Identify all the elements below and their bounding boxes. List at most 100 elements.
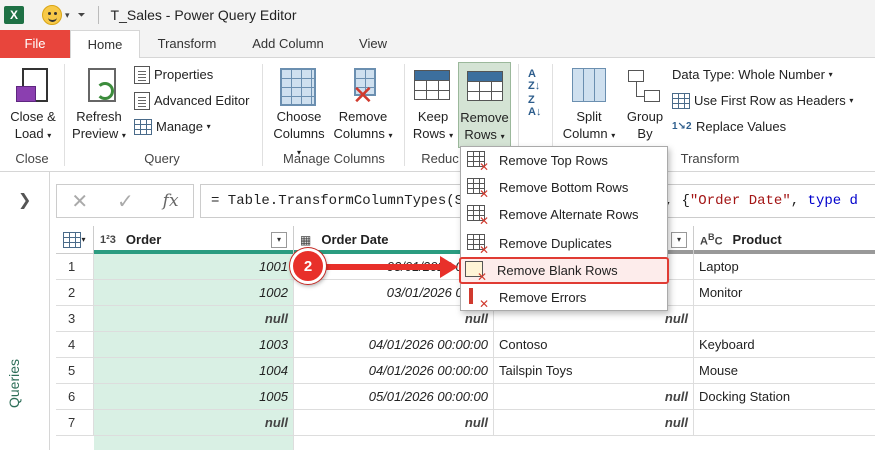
remove-columns-label-1: Remove <box>338 109 388 124</box>
data-type-dropdown[interactable]: Data Type: Whole Number ▾ <box>672 66 833 84</box>
menu-item-remove-duplicates[interactable]: ✕ Remove Duplicates <box>461 230 667 257</box>
properties-button[interactable]: Properties <box>134 66 213 84</box>
table-cell[interactable]: Docking Station <box>694 384 875 410</box>
table-cell[interactable]: null <box>294 410 494 436</box>
remove-duplicates-icon: ✕ <box>467 233 489 256</box>
cancel-icon[interactable]: ✕ <box>71 189 88 214</box>
refresh-preview-button[interactable]: Refresh Preview ▾ <box>70 108 128 144</box>
keep-rows-label-2: Rows ▾ <box>412 126 454 141</box>
table-cell[interactable]: 1002 <box>94 280 294 306</box>
column-header-product[interactable]: ABC Product <box>694 226 875 254</box>
table-cell[interactable]: 05/01/2026 00:00:00 <box>294 384 494 410</box>
table-cell[interactable]: Mouse <box>694 358 875 384</box>
remove-columns-icon: ✕ <box>348 68 384 108</box>
group-label-manage-columns: Manage Columns <box>283 151 385 166</box>
row-number[interactable]: 4 <box>56 332 94 358</box>
title-bar: X ▾ ⏷ T_Sales - Power Query Editor <box>0 0 875 30</box>
row-number[interactable]: 7 <box>56 410 94 436</box>
remove-errors-icon: ✕ <box>467 287 489 310</box>
check-icon[interactable]: ✓ <box>117 189 134 214</box>
close-load-label-1: Close & <box>10 109 56 124</box>
split-column-button[interactable]: Split Column ▾ <box>560 108 618 144</box>
filter-dropdown-icon[interactable]: ▾ <box>271 232 287 248</box>
tab-view[interactable]: View <box>350 30 396 58</box>
table-cell[interactable]: 04/01/2026 00:00:00 <box>294 358 494 384</box>
advanced-editor-button[interactable]: Advanced Editor <box>134 92 249 110</box>
column-name: Order <box>125 232 162 247</box>
keep-rows-label-1: Keep <box>417 109 449 124</box>
table-cell[interactable]: null <box>94 306 294 332</box>
menu-item-remove-alternate-rows[interactable]: ✕ Remove Alternate Rows <box>461 201 667 228</box>
excel-icon[interactable]: X <box>4 6 24 24</box>
menu-item-remove-bottom-rows[interactable]: ✕ Remove Bottom Rows <box>461 174 667 201</box>
table-cell[interactable]: 1005 <box>94 384 294 410</box>
table-cell[interactable]: 1004 <box>94 358 294 384</box>
tab-add-column[interactable]: Add Column <box>238 30 338 58</box>
queries-pane-label[interactable]: Queries <box>6 359 22 408</box>
replace-values-button[interactable]: 1↘2 Replace Values <box>672 118 786 136</box>
menu-item-remove-errors[interactable]: ✕ Remove Errors <box>461 284 667 311</box>
manage-button[interactable]: Manage ▾ <box>134 118 211 136</box>
chevron-down-icon[interactable]: ▾ <box>65 10 70 21</box>
remove-bottom-rows-icon: ✕ <box>467 177 489 200</box>
remove-columns-button[interactable]: Remove Columns ▾ <box>332 108 394 144</box>
sort-ascending-icon[interactable]: A Z↓ <box>528 68 540 92</box>
table-cell[interactable]: 04/01/2026 00:00:00 <box>294 332 494 358</box>
table-cell[interactable]: null <box>94 410 294 436</box>
table-cell[interactable]: Contoso <box>494 332 694 358</box>
sort-descending-icon[interactable]: Z A↓ <box>528 94 541 118</box>
manage-icon <box>134 119 152 135</box>
table-cell[interactable]: null <box>494 384 694 410</box>
group-label-transform: Transform <box>680 151 740 166</box>
remove-rows-button[interactable]: Remove Rows ▾ <box>458 62 511 148</box>
refresh-label-2: Preview ▾ <box>72 126 126 141</box>
customize-toolbar-icon[interactable]: ⏷ <box>78 10 86 21</box>
table-cell[interactable]: Monitor <box>694 280 875 306</box>
row-number[interactable]: 5 <box>56 358 94 384</box>
row-number[interactable]: 3 <box>56 306 94 332</box>
use-first-row-headers-button[interactable]: Use First Row as Headers ▾ <box>672 92 853 110</box>
formula-keyword: type d <box>807 193 858 209</box>
table-cell[interactable]: Keyboard <box>694 332 875 358</box>
close-load-button[interactable]: Close & Load ▾ <box>6 108 60 144</box>
close-load-icon <box>16 68 48 106</box>
whole-number-type-icon[interactable]: 1²3 <box>100 234 116 246</box>
annotation-arrow <box>324 264 442 270</box>
divider <box>97 6 99 24</box>
datetime-type-icon[interactable]: ▦ <box>300 233 311 247</box>
remove-rows-menu: ✕ Remove Top Rows ✕ Remove Bottom Rows ✕… <box>459 146 669 311</box>
group-by-button[interactable]: Group By <box>622 108 668 142</box>
column-name: Order Date <box>321 232 389 247</box>
column-header-order[interactable]: 1²3 Order ▾ <box>94 226 294 254</box>
menu-item-remove-top-rows[interactable]: ✕ Remove Top Rows <box>461 147 667 174</box>
tab-file[interactable]: File <box>0 30 70 58</box>
table-cell[interactable]: Tailspin Toys <box>494 358 694 384</box>
chevron-down-icon: ▾ <box>500 132 505 141</box>
table-cell[interactable]: 1003 <box>94 332 294 358</box>
group-label-close: Close <box>15 151 49 166</box>
table-cell[interactable]: n <box>694 410 875 436</box>
tab-home[interactable]: Home <box>70 30 140 59</box>
table-cell[interactable]: n <box>694 306 875 332</box>
arrow-head-icon <box>440 256 458 278</box>
row-number[interactable]: 2 <box>56 280 94 306</box>
table-cell[interactable]: 1001 <box>94 254 294 280</box>
table-menu-icon[interactable]: ▾ <box>56 226 94 254</box>
filter-dropdown-icon[interactable]: ▾ <box>671 232 687 248</box>
table-cell[interactable]: Laptop <box>694 254 875 280</box>
text-type-icon[interactable]: ABC <box>700 232 723 248</box>
chevron-down-icon: ▾ <box>47 131 52 140</box>
keep-rows-button[interactable]: Keep Rows ▾ <box>408 108 458 144</box>
row-number[interactable]: 1 <box>56 254 94 280</box>
table-cell[interactable]: null <box>494 410 694 436</box>
table-cell[interactable] <box>94 436 294 450</box>
menu-item-remove-blank-rows[interactable]: ✕ Remove Blank Rows <box>459 257 669 284</box>
remove-alternate-rows-icon: ✕ <box>467 204 489 227</box>
fx-icon[interactable]: fx <box>163 191 179 211</box>
tab-transform[interactable]: Transform <box>148 30 226 58</box>
remove-rows-label: Remove Rows ▾ <box>459 109 510 145</box>
chevron-right-icon[interactable]: ❯ <box>18 190 31 210</box>
smiley-icon[interactable] <box>42 5 62 25</box>
row-number[interactable]: 6 <box>56 384 94 410</box>
column-name: Product <box>732 232 782 247</box>
